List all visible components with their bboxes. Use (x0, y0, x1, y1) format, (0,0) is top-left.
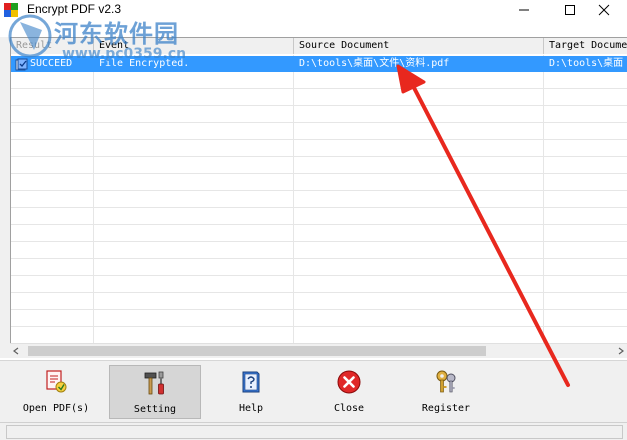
tools-icon (144, 371, 164, 395)
row-target-cell: D:\tools\桌面 (549, 58, 624, 69)
toolbar: Open PDF(s) Setting Help Close Register (0, 360, 627, 422)
list-grid (11, 55, 627, 343)
column-divider (93, 55, 94, 343)
app-icon (4, 3, 18, 17)
setting-button[interactable]: Setting (109, 365, 201, 419)
list-header: Result Event Source Document Target Docu… (11, 38, 627, 54)
scroll-left-icon[interactable] (12, 347, 20, 355)
success-icon (15, 58, 28, 70)
horizontal-scrollbar[interactable] (10, 343, 627, 358)
row-result-cell: SUCCEED (11, 56, 94, 72)
scroll-right-icon[interactable] (617, 347, 625, 355)
register-button[interactable]: Register (408, 365, 484, 419)
column-header-target[interactable]: Target Document (544, 38, 627, 54)
row-result-text: SUCCEED (30, 58, 73, 69)
title-bar: Encrypt PDF v2.3 (0, 0, 627, 20)
close-circle-icon (337, 370, 361, 394)
help-button[interactable]: Help (216, 365, 286, 419)
table-row[interactable]: SUCCEED File Encrypted. D:\tools\桌面\文件\资… (11, 56, 627, 72)
keys-icon (436, 370, 456, 393)
register-label: Register (421, 403, 471, 414)
column-divider (543, 55, 544, 343)
maximize-icon (565, 5, 575, 15)
status-field (6, 425, 623, 439)
open-pdf-icon (46, 370, 67, 393)
help-book-icon (242, 371, 260, 393)
scrollbar-thumb[interactable] (28, 346, 486, 356)
close-icon (598, 4, 610, 16)
row-event-cell: File Encrypted. (99, 58, 190, 69)
window-title: Encrypt PDF v2.3 (27, 2, 122, 16)
column-header-source[interactable]: Source Document (294, 38, 544, 54)
open-pdf-label: Open PDF(s) (22, 403, 90, 414)
close-button[interactable]: Close (314, 365, 384, 419)
minimize-icon (519, 9, 529, 11)
status-bar (0, 422, 627, 440)
results-list[interactable]: Result Event Source Document Target Docu… (10, 37, 627, 358)
setting-label: Setting (133, 404, 177, 415)
close-window-button[interactable] (581, 0, 627, 20)
open-pdf-button[interactable]: Open PDF(s) (16, 365, 96, 419)
column-header-event[interactable]: Event (94, 38, 294, 54)
left-edge (0, 37, 10, 358)
column-divider (293, 55, 294, 343)
column-header-result[interactable]: Result (11, 38, 94, 54)
help-label: Help (238, 403, 264, 414)
minimize-button[interactable] (501, 0, 547, 20)
row-source-cell: D:\tools\桌面\文件\资料.pdf (299, 58, 450, 69)
close-label: Close (333, 403, 365, 414)
